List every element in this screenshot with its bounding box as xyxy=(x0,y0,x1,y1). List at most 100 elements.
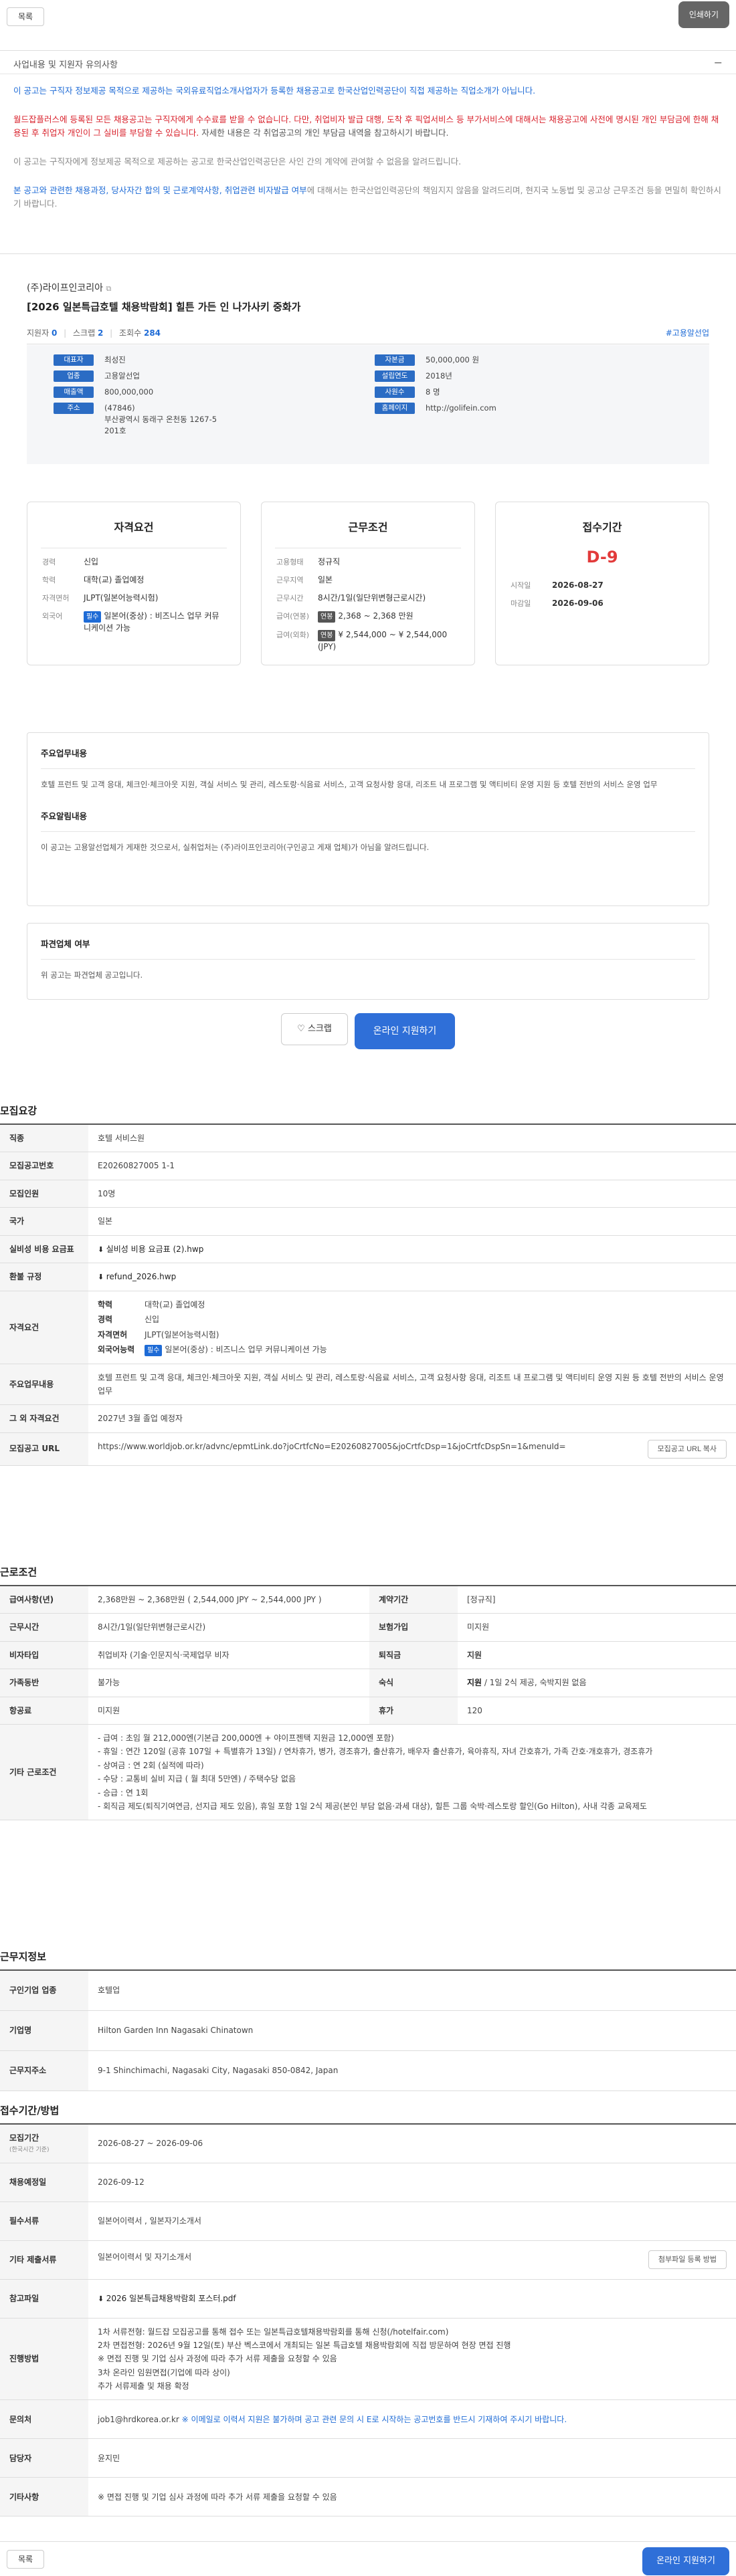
other-line: - 회직금 제도(퇴직기여연금, 선지급 제도 있음), 휴일 포함 1일 2식… xyxy=(98,1801,647,1811)
notice-paragraph-4-link: 본 공고와 관련한 채용과정, 당사자간 합의 및 근로계약사항, 취업관련 비… xyxy=(13,185,307,195)
dispatch-text: 위 공고는 파견업체 공고입니다. xyxy=(41,970,143,980)
process-line: ※ 면접 진행 및 기업 심사 과정에 따라 추가 서류 제출을 요청할 수 있… xyxy=(98,2354,337,2364)
qualification-grid: 학력 대학(교) 졸업예정 경력 신입 자격면허 JLPT(일본어능력시험) 외국어능… xyxy=(98,1298,727,1357)
card-row: 시작일 2026-08-27 xyxy=(511,580,604,590)
action-row: ♡ 스크랩 온라인 지원하기 xyxy=(27,1013,709,1053)
table-row: 기업명 Hilton Garden Inn Nagasaki Chinatown xyxy=(0,2010,736,2051)
company-name[interactable]: (주)라이프인코리아 xyxy=(27,283,103,294)
other-line: - 휴일 : 연간 120일 (공휴 107일 + 특별휴가 13일) / 연차… xyxy=(98,1747,653,1757)
views-count: 284 xyxy=(143,328,161,338)
other-line: - 급여 : 초임 월 212,000엔(기본급 200,000엔 + 야이프젠… xyxy=(98,1733,394,1743)
info-founded: 설립연도 2018년 xyxy=(375,370,682,382)
apply-table: 모집기간 (한국시간 기준) 2026-08-27 ~ 2026-09-06 채용예… xyxy=(0,2123,736,2517)
info-ceo: 대표자 최성진 xyxy=(54,354,361,366)
info-revenue: 매출액 800,000,000 xyxy=(54,387,361,398)
work-table: 급여사항(년) 2,368만원 ~ 2,368만원 ( 2,544,000 JPY… xyxy=(0,1585,736,1821)
recruit-section-title: 모집요강 xyxy=(0,1105,37,1117)
table-row: 기타 근로조건 - 급여 : 초임 월 212,000엔(기본급 200,000… xyxy=(0,1724,736,1821)
bottom-bar: 목록 온라인 지원하기 xyxy=(0,2541,736,2576)
table-row: 근무시간 8시간/1일(일단위변형근로시간) 보험가입 미지원 xyxy=(0,1613,736,1642)
top-bar: 목록 인쇄하기 xyxy=(0,0,736,33)
table-row: 필수서류 일본어이력서 , 일본자기소개서 xyxy=(0,2202,736,2241)
workplace-table: 구인기업 업종 호텔업 기업명 Hilton Garden Inn Nagasaki… xyxy=(0,1969,736,2091)
table-row: 진행방법 1차 서류전형: 월드잡 모집공고를 통해 접수 또는 일본특급호텔채… xyxy=(0,2318,736,2401)
notices-text: 이 공고는 고용알선업체가 게재한 것으로서, 실취업처는 (주)라이프인코리아… xyxy=(41,842,430,852)
scrap-label: 스크랩 xyxy=(73,328,96,338)
table-row: 실비성 비용 요금표실비성 비용 요금표 (2).hwp xyxy=(0,1235,736,1264)
stats-row: 지원자 0 | 스크랩 2 | 조회수 284 #고용알선업 xyxy=(27,327,709,344)
notice-title: 사업내용 및 지원자 유의사항 xyxy=(13,60,118,70)
recruit-url[interactable]: https://www.worldjob.or.kr/advnc/epmtLin… xyxy=(98,1440,626,1453)
card-row: 근무시간 8시간/1일(일단위변형근로시간) xyxy=(276,593,426,603)
views-label: 조회수 xyxy=(119,328,142,338)
dispatch-box: 파견업체 여부 위 공고는 파견업체 공고입니다. xyxy=(27,923,709,1000)
card-row: 학력 대학(교) 졸업예정 xyxy=(42,575,145,584)
card-row: 외국어 필수 일본어(중상) : 비즈니스 업무 커뮤니케이션 가능 xyxy=(42,611,219,633)
condition-card: 근무조건 고용형태 정규직 근무지역 일본 근무시간 8시간/1일(일단위변형근로시간… xyxy=(261,502,475,665)
salary-type-badge: 연봉 xyxy=(318,611,336,623)
table-row: 모집공고 URL 모집공고 URL 복사 https://www.worldjob.… xyxy=(0,1432,736,1466)
table-row: 모집공고번호 E20260827005 1-1 xyxy=(0,1152,736,1180)
table-row: 기타 제출서류 첨부파일 등록 방법 일본어이력서 및 자기소개서 xyxy=(0,2240,736,2280)
table-row: 비자타입 취업비자 (기술·인문지식·국제업무 비자 퇴직금 지원 xyxy=(0,1641,736,1670)
attachment-guide-button[interactable]: 첨부파일 등록 방법 xyxy=(648,2250,727,2269)
company-info-left: 대표자 최성진 업종 고용알선업 매출액 800,000,000 주소 (47846) … xyxy=(54,354,361,441)
duties-text: 호텔 프런트 및 고객 응대, 체크인·체크아웃 지원, 객실 서비스 및 관리… xyxy=(41,780,658,789)
notice-paragraph-4: 본 공고와 관련한 채용과정, 당사자간 합의 및 근로계약사항, 취업관련 비… xyxy=(13,184,723,211)
info-address: 주소 (47846) 부산광역시 동래구 온천동 1267-5 201호 xyxy=(54,403,361,437)
applicants-label: 지원자 xyxy=(27,328,50,338)
notice-header[interactable]: 사업내용 및 지원자 유의사항 − xyxy=(0,51,736,74)
table-row: 참고파일2026 일본특급채용박람회 포스터.pdf xyxy=(0,2279,736,2319)
applicants-count: 0 xyxy=(51,328,58,338)
info-industry: 업종 고용알선업 xyxy=(54,370,361,382)
other-line: - 승급 : 연 1회 xyxy=(98,1788,149,1798)
scrap-count: 2 xyxy=(97,328,104,338)
work-section-title: 근로조건 xyxy=(0,1566,37,1578)
card-row: 마감일 2026-09-06 xyxy=(511,599,604,608)
card-row: 근무지역 일본 xyxy=(276,575,333,584)
contact-email[interactable]: job1@hrdkorea.or.kr xyxy=(98,2415,179,2424)
process-line: 추가 서류제출 및 채용 확정 xyxy=(98,2381,189,2391)
table-row: 자격요건 학력 대학(교) 졸업예정 경력 신입 자격면허 JLPT(일본어능력시험)… xyxy=(0,1291,736,1364)
table-row: 문의처 job1@hrdkorea.or.kr ※ 이메일로 이력서 지원은 불가… xyxy=(0,2399,736,2440)
fee-file-link[interactable]: 실비성 비용 요금표 (2).hwp xyxy=(98,1245,203,1254)
heart-icon: ♡ xyxy=(297,1024,305,1034)
table-row: 채용예정일 2026-09-12 xyxy=(0,2163,736,2202)
notice-paragraph-3: 이 공고는 구직자에게 정보제공 목적으로 제공하는 공고로 한국산업인력공단은… xyxy=(13,156,462,167)
external-link-icon[interactable]: ⧉ xyxy=(106,284,111,293)
scrap-button[interactable]: ♡ 스크랩 xyxy=(281,1013,348,1045)
table-row: 주요업무내용 호텔 프런트 및 고객 응대, 체크인·체크아웃 지원, 객실 서비… xyxy=(0,1364,736,1406)
d-day-counter: D-9 xyxy=(586,548,618,566)
apply-section-title: 접수기간/방법 xyxy=(0,2105,60,2117)
notices-title: 주요알림내용 xyxy=(41,811,88,821)
copy-url-button[interactable]: 모집공고 URL 복사 xyxy=(647,1439,727,1459)
reference-file-link[interactable]: 2026 일본특급채용박람회 포스터.pdf xyxy=(98,2294,236,2303)
refund-file-link[interactable]: refund_2026.hwp xyxy=(98,1272,176,1281)
required-badge: 필수 xyxy=(84,611,102,623)
table-row: 구인기업 업종 호텔업 xyxy=(0,1969,736,2011)
notice-body: 이 공고는 구직자 정보제공 목적으로 제공하는 국외유료직업소개사업자가 등록… xyxy=(0,74,736,236)
company-name-row: (주)라이프인코리아 ⧉ xyxy=(27,281,709,294)
process-line: 2차 면접전형: 2026년 9월 12일(토) 부산 벡스코에서 개최되는 일… xyxy=(98,2340,511,2350)
info-homepage: 홈페이지 http://golifein.com xyxy=(375,403,682,414)
apply-button-bottom[interactable]: 온라인 지원하기 xyxy=(642,2547,729,2575)
table-row: 환불 규정refund_2026.hwp xyxy=(0,1263,736,1291)
dispatch-title: 파견업체 여부 xyxy=(41,939,90,949)
print-button[interactable]: 인쇄하기 xyxy=(678,1,729,28)
industry-tag[interactable]: #고용알선업 xyxy=(666,327,709,338)
notice-paragraph-2: 월드잡플러스에 등록된 모든 채용공고는 구직자에게 수수료를 받을 수 없습니… xyxy=(13,113,723,140)
minus-icon[interactable]: − xyxy=(714,56,723,69)
apply-button[interactable]: 온라인 지원하기 xyxy=(355,1013,455,1049)
list-button-bottom[interactable]: 목록 xyxy=(7,2550,45,2569)
condition-card-title: 근무조건 xyxy=(348,521,388,534)
duties-title: 주요업무내용 xyxy=(41,748,88,758)
table-row: 근무지주소 9-1 Shinchimachi, Nagasaki City, Na… xyxy=(0,2050,736,2091)
notice-panel: 사업내용 및 지원자 유의사항 − 이 공고는 구직자 정보제공 목적으로 제공… xyxy=(0,50,736,254)
card-row: 급여(외화) 연봉 ¥ 2,544,000 ~ ¥ 2,544,000 (JPY) xyxy=(276,630,448,651)
process-line: 3차 온라인 임원면접(기업에 따라 상이) xyxy=(98,2367,230,2377)
qualification-card-title: 자격요건 xyxy=(114,521,154,534)
table-row: 직종 호텔 서비스원 xyxy=(0,1123,736,1153)
summary-cards: 자격요건 경력 신입 학력 대학(교) 졸업예정 자격면허 JLPT(일본어능력시험)… xyxy=(27,502,709,665)
job-title: [2026 일본특급호텔 채용박람회] 힐튼 가든 인 나가사키 중화가 xyxy=(27,301,301,313)
list-button[interactable]: 목록 xyxy=(7,7,45,26)
